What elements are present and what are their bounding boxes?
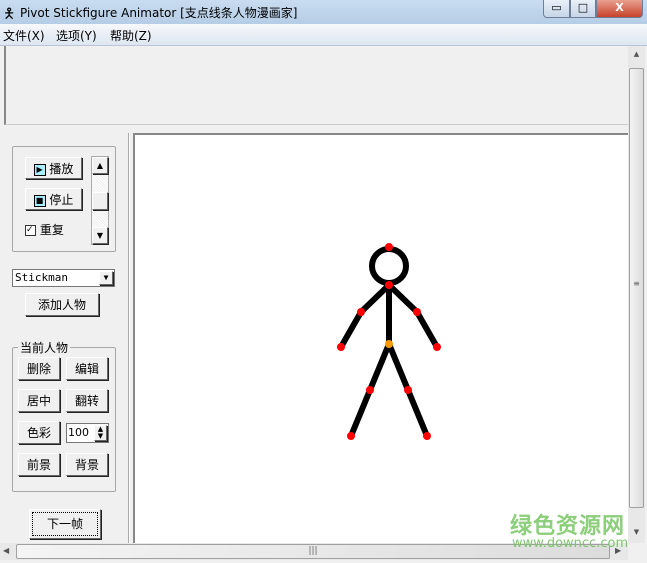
window-title: Pivot Stickfigure Animator [支点线条人物漫画家]	[20, 6, 298, 20]
play-button[interactable]: ▶ 播放	[25, 157, 82, 179]
arrow-up-icon[interactable]: ▲	[92, 157, 108, 174]
current-figure-title: 当前人物	[18, 339, 71, 356]
center-button[interactable]: 居中	[18, 389, 60, 412]
repeat-checkbox[interactable]: ✓ 重复	[25, 221, 64, 238]
joint-handle[interactable]	[385, 281, 393, 289]
opacity-spinner[interactable]: 100 ▲ ▼	[66, 423, 109, 443]
slider-thumb[interactable]	[92, 192, 108, 210]
frame-strip[interactable]	[4, 46, 628, 125]
play-icon: ▶	[33, 163, 46, 176]
maximize-button[interactable]: □	[570, 0, 596, 18]
arrow-down-icon[interactable]: ▼	[92, 227, 108, 244]
vertical-scrollbar[interactable]: ▲ ≡ ▼	[628, 46, 645, 543]
figure-select-value: Stickman	[15, 271, 68, 284]
figure-right-arm	[386, 282, 440, 350]
arrow-down-icon[interactable]: ▼	[628, 528, 645, 536]
stop-button[interactable]: ■ 停止	[25, 188, 82, 210]
next-frame-button[interactable]: 下一帧	[29, 509, 101, 539]
check-icon: ✓	[25, 225, 36, 236]
arrow-up-icon[interactable]: ▲	[628, 50, 645, 58]
joint-handle[interactable]	[413, 308, 421, 316]
menu-options[interactable]: 选项(Y)	[56, 27, 97, 44]
watermark-url: www.downcc.com	[512, 536, 629, 551]
add-figure-button[interactable]: 添加人物	[25, 293, 99, 316]
joint-handle[interactable]	[433, 343, 441, 351]
figure-head	[369, 246, 409, 286]
close-button[interactable]: X	[596, 0, 643, 18]
front-button[interactable]: 前景	[18, 453, 60, 476]
title-bar: 🯅 Pivot Stickfigure Animator [支点线条人物漫画家]…	[0, 0, 647, 24]
figure-left-arm	[338, 282, 392, 350]
figure-select[interactable]: Stickman ▼	[12, 269, 115, 287]
joint-handle[interactable]	[404, 386, 412, 394]
edit-button[interactable]: 编辑	[66, 357, 108, 380]
joint-handle[interactable]	[366, 386, 374, 394]
root-joint-handle[interactable]	[385, 340, 393, 348]
stop-icon: ■	[33, 194, 46, 207]
vertical-scroll-thumb[interactable]: ≡	[629, 68, 644, 508]
joint-handle[interactable]	[385, 243, 393, 251]
panel-divider	[128, 133, 130, 543]
back-button[interactable]: 背景	[66, 453, 108, 476]
joint-handle[interactable]	[337, 343, 345, 351]
stickman-figure[interactable]	[133, 133, 628, 543]
grip-icon: ≡	[633, 279, 640, 288]
joint-handle[interactable]	[347, 432, 355, 440]
spinner-arrows-icon[interactable]: ▲ ▼	[94, 425, 107, 441]
play-label: 播放	[49, 162, 74, 176]
menu-help[interactable]: 帮助(Z)	[110, 27, 152, 44]
animation-canvas[interactable]	[133, 133, 628, 543]
minimize-button[interactable]: ▭	[543, 0, 570, 18]
repeat-label: 重复	[39, 223, 64, 237]
opacity-value: 100	[68, 426, 89, 439]
menu-file[interactable]: 文件(X)	[3, 27, 45, 44]
joint-handle[interactable]	[423, 432, 431, 440]
menu-bar: 文件(X) 选项(Y) 帮助(Z)	[0, 24, 647, 46]
joint-handle[interactable]	[357, 308, 365, 316]
stop-label: 停止	[49, 193, 74, 207]
arrow-left-icon[interactable]: ◀	[3, 546, 9, 555]
color-button[interactable]: 色彩	[18, 421, 60, 444]
flip-button[interactable]: 翻转	[66, 389, 108, 412]
speed-slider[interactable]: ▲ ▼	[91, 156, 109, 245]
delete-button[interactable]: 删除	[18, 357, 60, 380]
chevron-down-icon[interactable]: ▼	[99, 271, 113, 285]
